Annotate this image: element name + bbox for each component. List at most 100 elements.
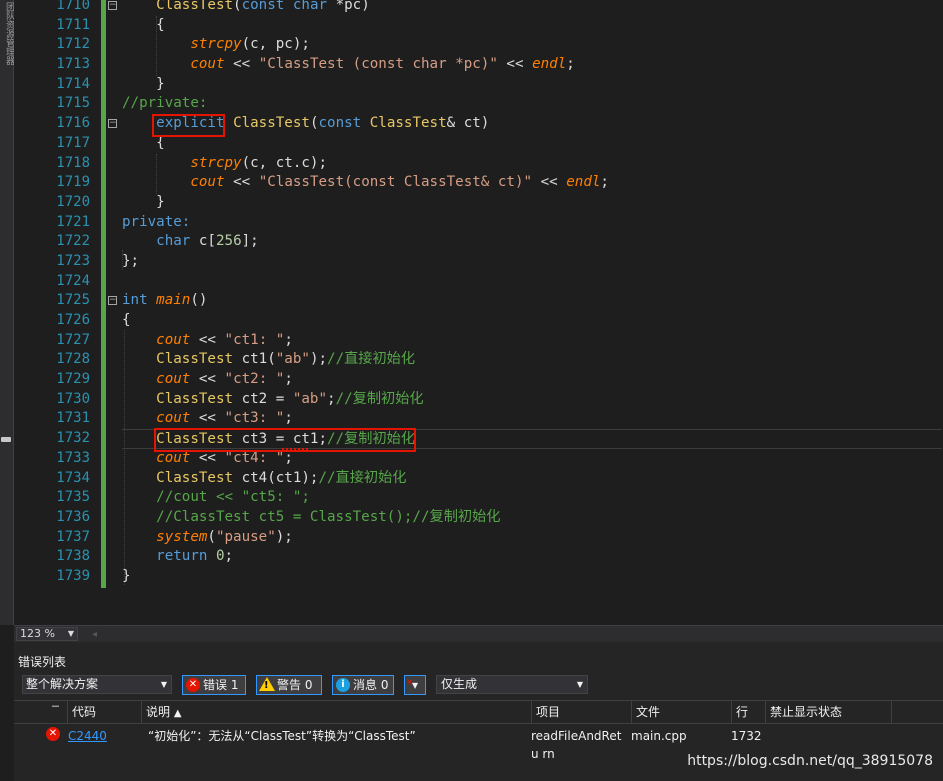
side-tool-strip[interactable]: 团队资源管理器	[0, 0, 14, 625]
code-line[interactable]: //ClassTest ct5 = ClassTest();//复制初始化	[122, 508, 942, 528]
collapse-icon[interactable]: −	[108, 1, 117, 10]
line-number: 1738	[56, 548, 90, 565]
code-line[interactable]: system("pause");	[122, 528, 942, 548]
column-description-header[interactable]: 说明 ▲	[142, 701, 532, 723]
code-line[interactable]: cout << "ct3: ";	[122, 409, 942, 429]
error-icon: ✕	[186, 678, 200, 692]
column-type-header[interactable]: ▔	[42, 701, 68, 723]
error-list-toolbar: 整个解决方案 ▼ ✕ 错误 1 ! 警告 0 i 消息 0 ✕ ▾ 仅生成 ▼	[14, 672, 943, 698]
code-line[interactable]: cout << "ClassTest(const ClassTest& ct)"…	[122, 173, 942, 193]
line-number: 1739	[56, 567, 90, 584]
code-line[interactable]: }	[122, 193, 942, 213]
team-explorer-tab[interactable]: 团队资源管理器	[1, 2, 14, 65]
code-line[interactable]	[122, 272, 942, 292]
code-line[interactable]: − ClassTest(const char *pc)	[108, 0, 942, 16]
explicit-highlight-box	[152, 114, 225, 137]
collapse-icon[interactable]: −	[108, 296, 117, 306]
line-number: 1734	[56, 469, 90, 486]
indent-guide	[156, 16, 157, 76]
scope-dropdown[interactable]: 整个解决方案 ▼	[22, 675, 172, 694]
build-filter-dropdown[interactable]: 仅生成 ▼	[436, 675, 588, 694]
column-project-header[interactable]: 项目	[532, 701, 632, 723]
warnings-count-label: 警告 0	[277, 678, 313, 692]
code-line[interactable]: //private:	[122, 94, 942, 114]
line-number: 1724	[56, 272, 90, 289]
line-number: 1736	[56, 508, 90, 525]
line-number: 1713	[56, 56, 90, 73]
code-line[interactable]: ClassTest ct4(ct1);//直接初始化	[122, 469, 942, 489]
line-number: 1722	[56, 233, 90, 250]
line-number: 1728	[56, 351, 90, 368]
code-line[interactable]: return 0;	[122, 547, 942, 567]
info-icon: i	[336, 678, 350, 692]
line-number: 1725	[56, 292, 90, 309]
code-line[interactable]: ClassTest ct2 = "ab";//复制初始化	[122, 390, 942, 410]
code-line[interactable]: private:	[122, 213, 942, 233]
line-number: 1714	[56, 75, 90, 92]
code-line[interactable]: ClassTest ct1("ab");//直接初始化	[122, 350, 942, 370]
column-description-label: 说明	[146, 705, 171, 719]
clear-filter-button[interactable]: ✕ ▾	[404, 675, 426, 695]
column-code-header[interactable]: 代码	[68, 701, 142, 723]
column-suppression-header[interactable]: 禁止显示状态	[766, 701, 892, 723]
line-number: 1729	[56, 371, 90, 388]
scroll-left-icon[interactable]: ◂	[92, 629, 97, 640]
sort-ascending-icon: ▲	[173, 708, 182, 719]
code-line[interactable]: {	[122, 134, 942, 154]
watermark: https://blog.csdn.net/qq_38915078	[687, 753, 933, 769]
column-file-header[interactable]: 文件	[632, 701, 732, 723]
code-lines[interactable]: − ClassTest(const char *pc) { strcpy(c, …	[108, 0, 942, 587]
line-number: 1716	[56, 115, 90, 132]
code-line[interactable]: };	[122, 252, 942, 272]
error-description: “初始化”：无法从“ClassTest”转换为“ClassTest”	[148, 729, 416, 743]
code-line[interactable]: }	[122, 567, 942, 587]
code-line[interactable]: strcpy(c, ct.c);	[122, 154, 942, 174]
indent-guide	[124, 330, 125, 585]
error-project: readFileAndRetu rn	[531, 729, 622, 761]
code-line[interactable]: cout << "ClassTest (const char *pc)" << …	[122, 55, 942, 75]
code-line[interactable]: {	[122, 311, 942, 331]
editor-status-strip: 123 % ▼ ◂	[14, 625, 943, 642]
code-line[interactable]: cout << "ct2: ";	[122, 370, 942, 390]
line-number: 1717	[56, 134, 90, 151]
code-line[interactable]: {	[122, 16, 942, 36]
messages-count-label: 消息 0	[353, 678, 389, 692]
line-number: 1735	[56, 489, 90, 506]
clear-filter-icon: ✕	[406, 678, 414, 688]
error-icon: ✕	[46, 727, 60, 741]
zoom-dropdown[interactable]: 123 % ▼	[16, 627, 78, 641]
code-line[interactable]: − explicit ClassTest(const ClassTest& ct…	[108, 114, 942, 134]
line-number: 1737	[56, 528, 90, 545]
warnings-filter-button[interactable]: ! 警告 0	[256, 675, 322, 695]
code-line[interactable]: cout << "ct1: ";	[122, 331, 942, 351]
error-table-header: ▔ 代码 说明 ▲ 项目 文件 行 禁止显示状态	[14, 700, 943, 724]
messages-filter-button[interactable]: i 消息 0	[332, 675, 394, 695]
errors-filter-button[interactable]: ✕ 错误 1	[182, 675, 246, 695]
line-number: 1731	[56, 410, 90, 427]
indent-guide	[156, 154, 157, 194]
line-number: 1732	[56, 430, 90, 447]
build-filter-value: 仅生成	[441, 677, 478, 691]
indent-guide	[122, 250, 123, 270]
line-number: 1720	[56, 193, 90, 210]
code-line[interactable]: char c[256];	[122, 232, 942, 252]
chevron-down-icon: ▼	[160, 680, 167, 689]
line-number: 1730	[56, 390, 90, 407]
line-number: 1721	[56, 213, 90, 230]
errors-count-label: 错误 1	[203, 678, 239, 692]
error-squiggle[interactable]	[282, 447, 308, 450]
code-line[interactable]: }	[122, 75, 942, 95]
current-line-marker	[1, 437, 11, 442]
code-line[interactable]: strcpy(c, pc);	[122, 35, 942, 55]
error-code-link[interactable]: C2440	[64, 727, 107, 745]
code-line[interactable]: //cout << "ct5: ";	[122, 488, 942, 508]
line-number: 1711	[56, 16, 90, 33]
collapse-icon[interactable]: −	[108, 119, 117, 129]
code-editor[interactable]: 1710 1711 1712 1713 1714 1715 1716 1717 1718 1719…	[14, 0, 943, 625]
glyph-margin[interactable]	[14, 0, 36, 625]
code-line[interactable]: − int main()	[108, 291, 942, 311]
line-number: 1715	[56, 95, 90, 112]
line-number: 1733	[56, 449, 90, 466]
chevron-down-icon: ▼	[67, 629, 74, 638]
column-line-header[interactable]: 行	[732, 701, 766, 723]
